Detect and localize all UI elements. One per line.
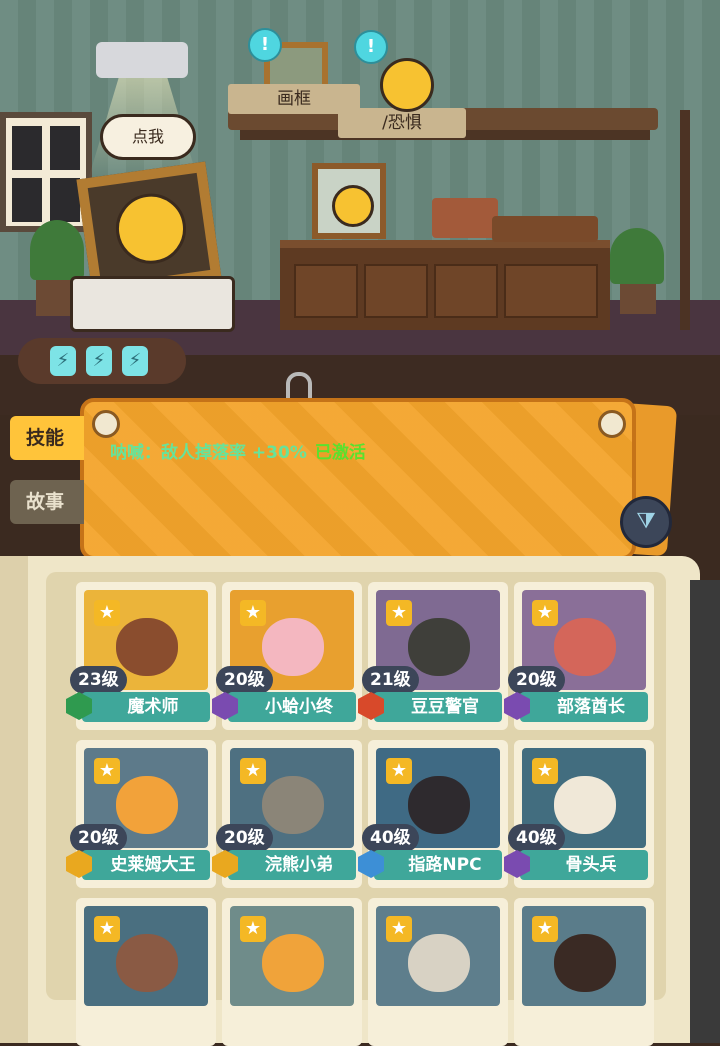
printer-machine[interactable] [70,276,235,332]
fear-emoji-icon [380,58,434,112]
star-icon: ★ [386,758,412,784]
skill-status: 已激活 [314,443,366,463]
character-card[interactable]: ★ 20级 史莱姆大王 [66,740,216,888]
character-card[interactable]: ★ 40级 骨头兵 [504,740,654,888]
skill-description: 呐喊：敌人掉落率 +30% 已激活 [110,438,366,463]
character-portrait: ★ [230,906,354,1006]
rivet-icon [598,410,626,438]
skill-board [80,398,636,560]
character-card[interactable]: ★ 21级 豆豆警官 [358,582,508,730]
skill-effect: 呐喊：敌人掉落率 +30% [110,443,307,463]
character-card[interactable]: ★ 40级 指路NPC [358,740,508,888]
star-icon: ★ [240,600,266,626]
alert-bubble-icon[interactable]: ! [248,28,282,62]
energy-icon: ⚡ [86,346,112,376]
star-icon: ★ [532,758,558,784]
character-card[interactable]: ★ [514,898,654,1046]
black-cat-icon [408,776,470,834]
character-card[interactable]: ★ [222,898,362,1046]
star-icon: ★ [94,916,120,942]
level-badge: 20级 [216,666,273,694]
character-portrait: ★ [376,906,500,1006]
character-portrait: ★ [84,906,208,1006]
cat-ears-icon [116,934,178,992]
tab-story[interactable]: 故事 [10,480,84,524]
glasses-girl-icon [554,934,616,992]
rivet-icon [92,410,120,438]
level-badge: 23级 [70,666,127,694]
crown-icon [116,776,178,834]
crying-emoji-icon [111,189,191,269]
character-name: 部落酋长 [520,692,648,722]
book-stack-icon [432,198,498,238]
potted-plant-icon [610,228,664,284]
star-icon: ★ [240,758,266,784]
potted-plant-icon [30,220,84,280]
character-card[interactable]: ★ 20级 浣熊小弟 [212,740,362,888]
projector [96,42,188,78]
character-card[interactable]: ★ [368,898,508,1046]
star-icon: ★ [94,758,120,784]
star-icon: ★ [386,916,412,942]
energy-bar: ⚡ ⚡ ⚡ [18,338,186,384]
level-badge: 20级 [508,666,565,694]
star-icon: ★ [240,916,266,942]
raccoon-icon [262,776,324,834]
briefcase-icon [492,216,598,242]
tab-skill[interactable]: 技能 [10,416,84,460]
character-name: 豆豆警官 [374,692,502,722]
level-badge: 20级 [70,824,127,852]
level-badge: 20级 [216,824,273,852]
crying-emoji-icon [332,185,374,227]
window [0,112,92,232]
character-name: 指路NPC [374,850,502,880]
character-card[interactable]: ★ 20级 小蛤小终 [212,582,362,730]
click-me-bubble[interactable]: 点我 [100,114,196,160]
character-name: 浣熊小弟 [228,850,356,880]
level-badge: 40级 [508,824,565,852]
coat-stand [680,110,690,330]
character-name: 小蛤小终 [228,692,356,722]
desk-picture-frame[interactable] [312,163,386,239]
level-badge: 40级 [362,824,419,852]
police-helmet-icon [408,618,470,676]
feather-headdress-icon [554,618,616,676]
character-portrait: ★ [522,906,646,1006]
character-card[interactable]: ★ [76,898,216,1046]
star-icon: ★ [532,600,558,626]
fox-icon [262,934,324,992]
flower-crown-icon [262,618,324,676]
energy-icon: ⚡ [122,346,148,376]
character-card[interactable]: ★ 20级 部落酋长 [504,582,654,730]
character-name: 魔术师 [82,692,210,722]
energy-icon: ⚡ [50,346,76,376]
star-icon: ★ [532,916,558,942]
skeleton-icon [554,776,616,834]
level-badge: 21级 [362,666,419,694]
plant-pot [620,284,656,314]
book-right-shadow [690,580,720,1043]
filter-button[interactable]: ⧩ [620,496,672,548]
character-name: 史莱姆大王 [82,850,210,880]
emotion-tag: /恐惧 [338,108,466,138]
top-hat-icon [116,618,178,676]
alert-bubble-icon[interactable]: ! [354,30,388,64]
star-icon: ★ [94,600,120,626]
old-man-icon [408,934,470,992]
book-edge [0,556,28,1043]
character-card[interactable]: ★ 23级 魔术师 [66,582,216,730]
character-name: 骨头兵 [520,850,648,880]
desk [280,240,610,330]
star-icon: ★ [386,600,412,626]
